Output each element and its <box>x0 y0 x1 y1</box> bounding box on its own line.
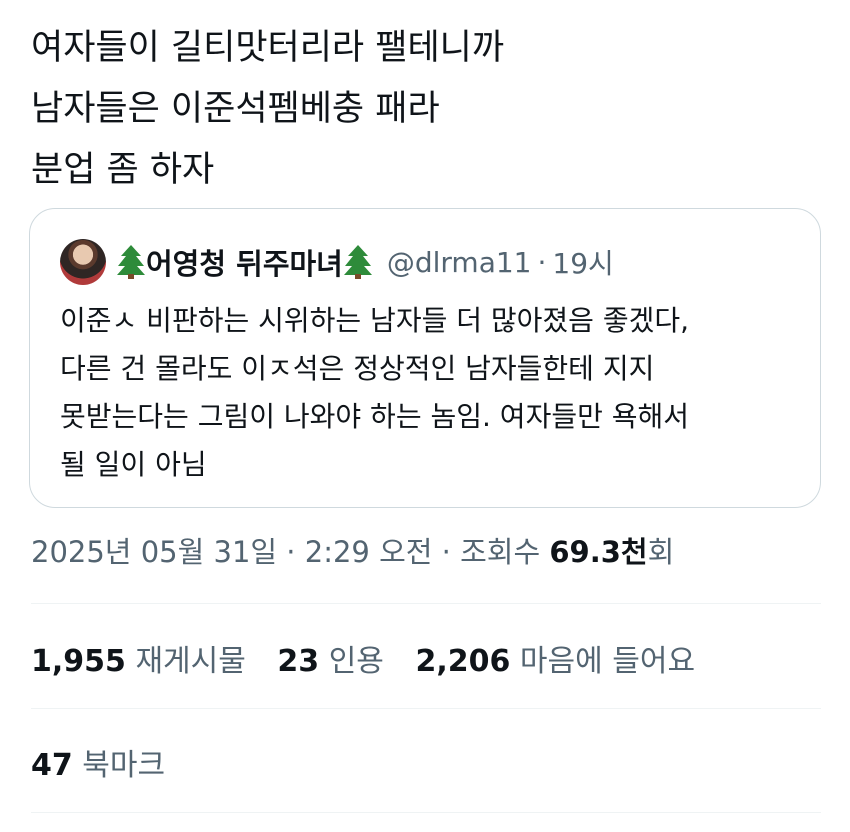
tree-emoji-icon <box>117 245 145 279</box>
likes-stat[interactable]: 2,206 마음에 들어요 <box>415 644 695 679</box>
tweet-text-line: 남자들은 이준석펨베충 패라 <box>31 89 440 129</box>
bookmarks-stat[interactable]: 47 북마크 <box>31 740 165 784</box>
retweets-stat[interactable]: 1,955 재게시물 <box>31 644 246 679</box>
tweet-text: 여자들이 길티맛터리라 팰테니까 남자들은 이준석펨베충 패라 분업 좀 하자 <box>31 18 811 201</box>
bookmarks-label: 북마크 <box>82 748 166 783</box>
tweet-timestamp-views: 2025년 05월 31일 · 2:29 오전 · 조회수 69.3천회 <box>31 529 674 571</box>
quoted-text-line: 다른 건 몰라도 이ㅈ석은 정상적인 남자들한테 지지 <box>60 352 655 385</box>
quotes-label: 인용 <box>328 644 384 679</box>
quoted-tweet-time[interactable]: 19시 <box>552 242 613 282</box>
separator-dot: · <box>537 245 547 279</box>
divider <box>31 812 821 813</box>
bookmarks-count: 47 <box>31 748 73 783</box>
tree-emoji-icon <box>343 245 372 279</box>
likes-count: 2,206 <box>415 644 511 679</box>
tweet-text-line: 여자들이 길티맛터리라 팰테니까 <box>31 28 505 68</box>
quotes-count: 23 <box>277 644 320 679</box>
tweet-text-line: 분업 좀 하자 <box>31 150 215 190</box>
divider <box>31 603 821 604</box>
quoted-tweet-header: 어영청 뒤주마녀 @dlrma11 · 19시 <box>60 237 614 287</box>
quoted-text-line: 못받는다는 그림이 나와야 하는 놈임. 여자들만 욕해서 <box>60 400 690 433</box>
quoted-tweet-card[interactable]: 어영청 뒤주마녀 @dlrma11 · 19시 이준ㅅ 비판하는 시위하는 남자… <box>29 208 821 508</box>
views-count: 69.3천 <box>549 535 648 569</box>
engagement-stats: 1,955 재게시물 23 인용 2,206 마음에 들어요 <box>31 636 717 680</box>
quoted-author-handle[interactable]: @dlrma11 <box>387 246 532 279</box>
quoted-text-line: 될 일이 아님 <box>60 448 207 481</box>
quoted-author-name[interactable]: 어영청 뒤주마녀 <box>146 241 343 283</box>
quoted-tweet-text: 이준ㅅ 비판하는 시위하는 남자들 더 많아졌음 좋겠다, 다른 건 몰라도 이… <box>60 297 800 489</box>
tweet-datetime[interactable]: 2025년 05월 31일 · 2:29 오전 · 조회수 <box>31 535 549 569</box>
quoted-text-line: 이준ㅅ 비판하는 시위하는 남자들 더 많아졌음 좋겠다, <box>60 304 690 337</box>
views-suffix: 회 <box>647 535 675 569</box>
likes-label: 마음에 들어요 <box>519 644 696 679</box>
avatar[interactable] <box>60 239 106 285</box>
retweets-count: 1,955 <box>31 644 126 679</box>
tweet-detail: 여자들이 길티맛터리라 팰테니까 남자들은 이준석펨베충 패라 분업 좀 하자 … <box>0 0 850 832</box>
quotes-stat[interactable]: 23 인용 <box>277 644 384 679</box>
divider <box>31 708 821 709</box>
retweets-label: 재게시물 <box>135 644 246 679</box>
